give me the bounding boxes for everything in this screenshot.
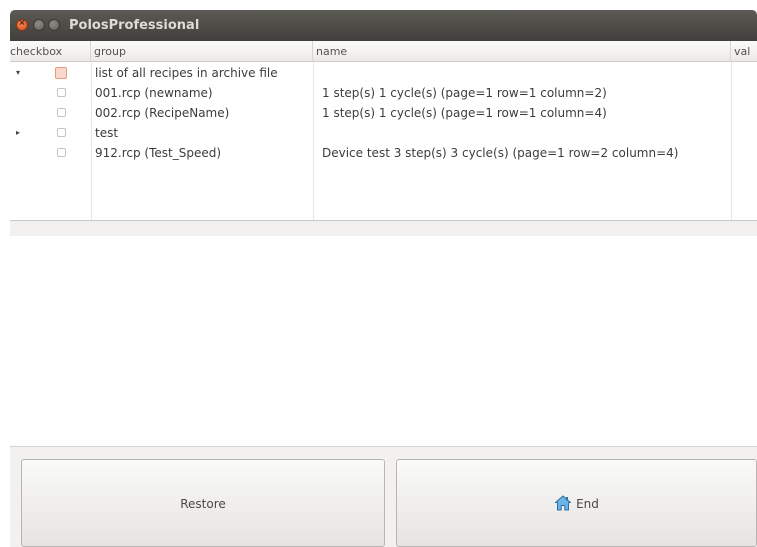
column-header-value[interactable]: val <box>731 41 757 62</box>
column-header-name[interactable]: name <box>313 41 731 62</box>
row-checkbox[interactable] <box>55 67 67 79</box>
home-icon <box>555 495 572 510</box>
tree-row[interactable]: ▸ test <box>10 123 757 143</box>
row-group: 002.rcp (RecipeName) <box>95 106 230 120</box>
end-button-label: End <box>576 497 599 511</box>
expand-arrow-icon[interactable]: ▸ <box>16 123 20 143</box>
tree-row[interactable]: 912.rcp (Test_Speed) Device test 3 step(… <box>10 143 757 163</box>
close-icon: × <box>18 18 26 27</box>
app-window: × PolosProfessional checkbox group name … <box>10 10 757 547</box>
row-checkbox[interactable] <box>57 128 66 137</box>
column-header-checkbox[interactable]: checkbox <box>10 41 91 62</box>
maximize-window-button[interactable] <box>48 19 60 31</box>
end-button[interactable]: End <box>396 459 757 547</box>
tree-row[interactable]: 002.rcp (RecipeName) 1 step(s) 1 cycle(s… <box>10 103 757 123</box>
tree-row[interactable]: ▾ list of all recipes in archive file <box>10 63 757 83</box>
window-title: PolosProfessional <box>69 18 200 33</box>
row-name: Device test 3 step(s) 3 cycle(s) (page=1… <box>322 146 679 160</box>
tree-row[interactable]: 001.rcp (newname) 1 step(s) 1 cycle(s) (… <box>10 83 757 103</box>
row-checkbox[interactable] <box>57 88 66 97</box>
details-panel <box>10 236 757 447</box>
row-group: test <box>95 126 119 140</box>
recipe-tree[interactable]: checkbox group name val ▾ list of all re… <box>10 41 757 221</box>
minimize-window-button[interactable] <box>33 19 45 31</box>
row-group: list of all recipes in archive file <box>95 66 278 80</box>
row-name: 1 step(s) 1 cycle(s) (page=1 row=1 colum… <box>322 106 607 120</box>
close-window-button[interactable]: × <box>16 18 28 31</box>
restore-button[interactable]: Restore <box>21 459 385 547</box>
restore-button-label: Restore <box>180 497 226 511</box>
title-bar: × PolosProfessional <box>10 10 757 41</box>
row-group: 912.rcp (Test_Speed) <box>95 146 222 160</box>
row-checkbox[interactable] <box>57 148 66 157</box>
row-checkbox[interactable] <box>57 108 66 117</box>
row-name: 1 step(s) 1 cycle(s) (page=1 row=1 colum… <box>322 86 607 100</box>
column-header-group[interactable]: group <box>91 41 313 62</box>
row-group: 001.rcp (newname) <box>95 86 213 100</box>
collapse-arrow-icon[interactable]: ▾ <box>16 63 20 83</box>
